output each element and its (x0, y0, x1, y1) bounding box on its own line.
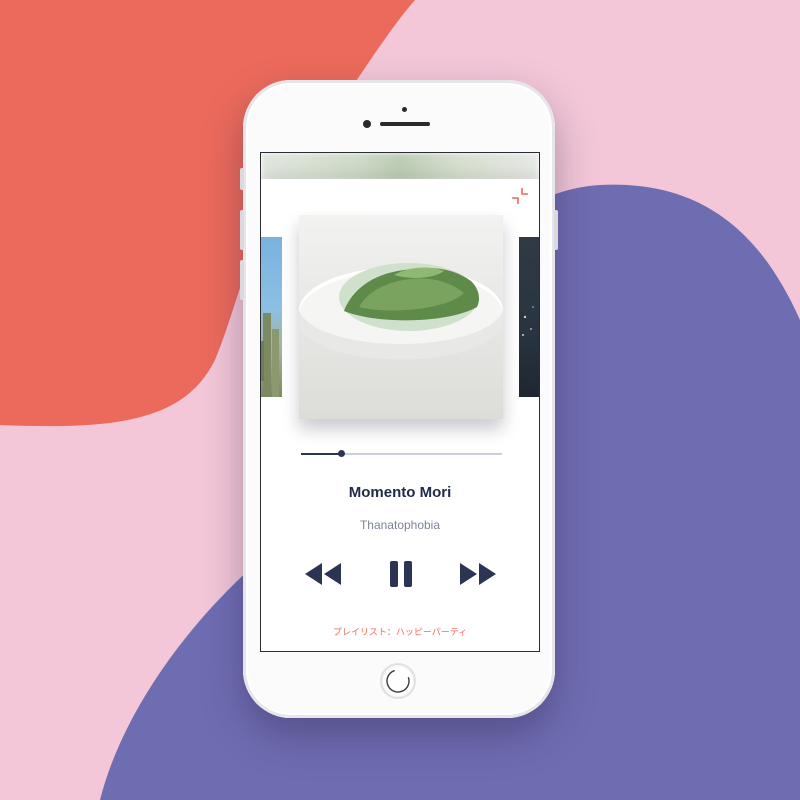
home-ring-icon (386, 669, 410, 693)
playlist-label[interactable]: プレイリスト：ハッピーパーティ (261, 625, 539, 638)
screen: Momento Mori Thanatophobia プレイリスト：ハッピーパー… (260, 152, 540, 652)
rewind-icon[interactable] (303, 559, 343, 589)
pause-icon[interactable] (387, 559, 415, 589)
album-art[interactable] (299, 215, 503, 419)
track-artist: Thanatophobia (359, 518, 441, 532)
side-button-top (240, 168, 244, 190)
player-card: Momento Mori Thanatophobia プレイリスト：ハッピーパー… (261, 179, 539, 651)
progress-bar[interactable] (301, 450, 502, 457)
proximity-sensor (402, 107, 407, 112)
track-title: Momento Mori (348, 484, 452, 501)
power-button (554, 210, 558, 250)
night-image (522, 306, 534, 336)
front-camera (363, 120, 371, 128)
progress-knob[interactable] (338, 450, 346, 457)
fast-forward-icon[interactable] (458, 559, 498, 589)
phone-device: Momento Mori Thanatophobia プレイリスト：ハッピーパー… (240, 80, 558, 718)
collapse-icon[interactable] (511, 187, 529, 205)
previous-album-art[interactable] (261, 237, 282, 397)
earpiece-speaker (380, 122, 430, 126)
cactus-image (261, 313, 279, 397)
progress-fill (301, 453, 342, 455)
home-button[interactable] (380, 663, 416, 699)
album-art-image (299, 215, 503, 419)
background-album-blur (261, 153, 539, 181)
volume-up-button (240, 210, 244, 250)
volume-down-button (240, 260, 244, 300)
next-album-art[interactable] (519, 237, 539, 397)
